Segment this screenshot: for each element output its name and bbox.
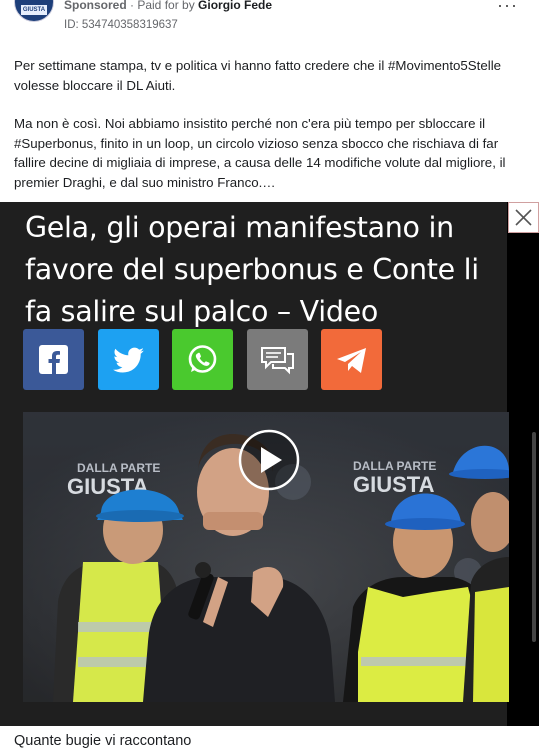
avatar-logo-text: GIUSTA xyxy=(21,5,47,15)
backdrop-logo-right: DALLA PARTE GIUSTA xyxy=(353,459,436,497)
chat-bubbles-icon xyxy=(261,347,294,375)
twitter-icon xyxy=(113,347,144,373)
play-icon[interactable] xyxy=(238,429,300,491)
facebook-share-button[interactable] xyxy=(23,329,84,390)
post-paragraph-1: Per settimane stampa, tv e politica vi h… xyxy=(14,58,502,93)
more-options-icon[interactable]: ··· xyxy=(497,0,518,16)
sponsor-line: Sponsored · Paid for by Giorgio Fede xyxy=(64,0,272,12)
advertiser-name[interactable]: Giorgio Fede xyxy=(198,0,272,12)
twitter-share-button[interactable] xyxy=(98,329,159,390)
close-icon xyxy=(515,209,532,226)
backdrop-text-left-small: DALLA PARTE xyxy=(77,461,160,475)
close-button[interactable] xyxy=(508,202,539,233)
post-header: GIUSTA Sponsored · Paid for by Giorgio F… xyxy=(0,0,539,36)
telegram-icon xyxy=(337,348,366,373)
post-media[interactable]: Gela, gli operai manifestano in favore d… xyxy=(0,202,539,726)
sponsored-label: Sponsored xyxy=(64,0,127,12)
paid-for-prefix: · Paid for by xyxy=(126,0,199,12)
post-paragraph-2: Ma non è così. Noi abbiamo insistito per… xyxy=(14,116,506,190)
article-headline: Gela, gli operai manifestano in favore d… xyxy=(25,211,479,328)
video-thumbnail: DALLA PARTE GIUSTA DALLA PARTE GIUSTA xyxy=(23,412,509,702)
whatsapp-icon xyxy=(188,345,217,373)
post-body: Per settimane stampa, tv e politica vi h… xyxy=(14,56,529,193)
backdrop-text-right-small: DALLA PARTE xyxy=(353,459,436,473)
whatsapp-share-button[interactable] xyxy=(172,329,233,390)
article-preview-card[interactable]: Gela, gli operai manifestano in favore d… xyxy=(0,202,509,726)
facebook-icon xyxy=(39,345,68,374)
avatar[interactable]: GIUSTA xyxy=(14,0,54,22)
sms-share-button[interactable] xyxy=(247,329,308,390)
ad-id: ID: 534740358319637 xyxy=(64,19,178,31)
backdrop-text-right-big: GIUSTA xyxy=(353,472,435,497)
telegram-share-button[interactable] xyxy=(321,329,382,390)
scrollbar[interactable] xyxy=(532,432,536,642)
media-caption: Quante bugie vi raccontano xyxy=(14,733,192,749)
video-player[interactable]: DALLA PARTE GIUSTA DALLA PARTE GIUSTA xyxy=(23,412,509,702)
